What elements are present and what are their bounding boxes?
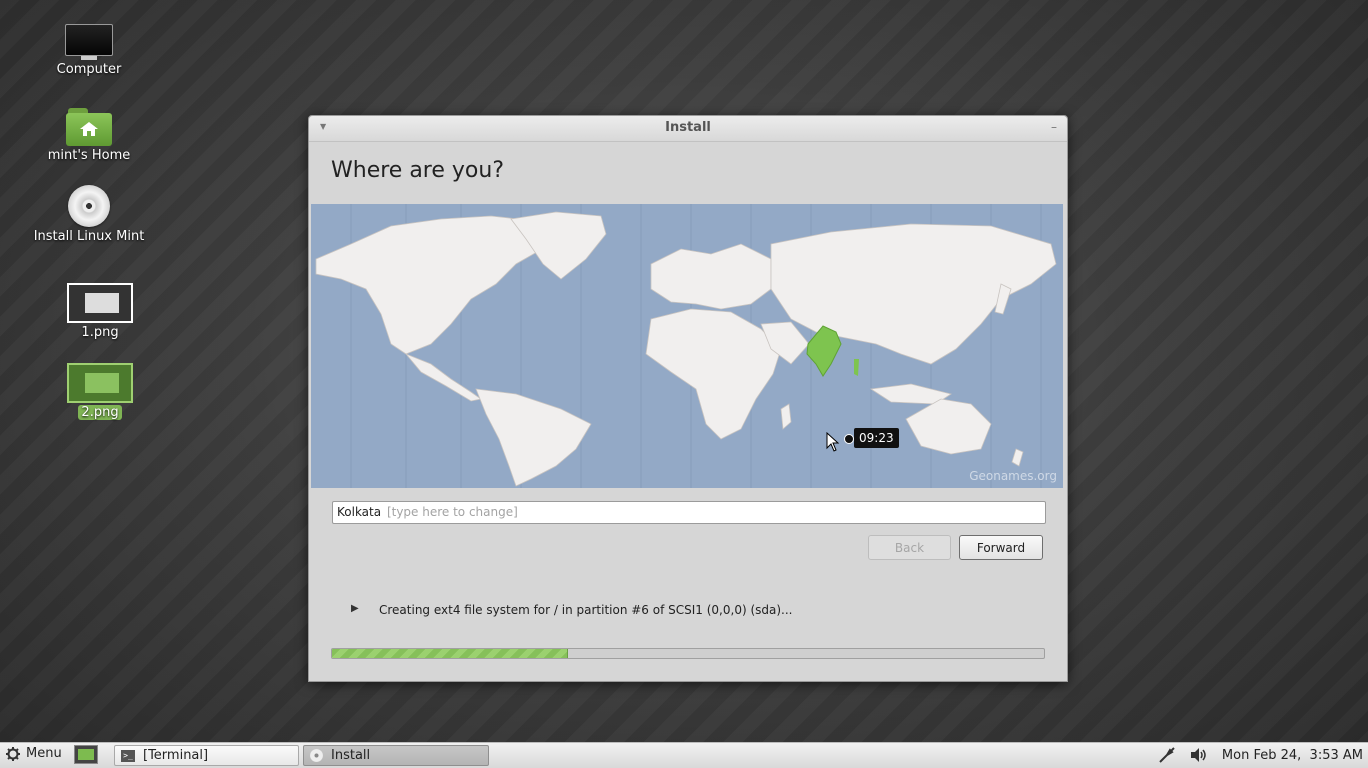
page-title: Where are you? bbox=[331, 158, 504, 183]
taskbar: Menu >_ [Terminal] Install Mon Feb 24, 3… bbox=[0, 742, 1368, 768]
desktop-icon-home[interactable]: mint's Home bbox=[19, 108, 159, 163]
mouse-cursor-icon bbox=[826, 432, 840, 452]
system-tray: Mon Feb 24, 3:53 AM bbox=[1158, 746, 1363, 764]
home-folder-icon bbox=[66, 108, 112, 146]
desktop-icon-label: 1.png bbox=[81, 325, 119, 340]
taskbar-window-install[interactable]: Install bbox=[303, 745, 489, 766]
taskbar-window-label: [Terminal] bbox=[143, 748, 209, 763]
install-status-text: Creating ext4 file system for / in parti… bbox=[379, 603, 793, 617]
desktop-icon-label: mint's Home bbox=[47, 148, 131, 163]
forward-button[interactable]: Forward bbox=[959, 535, 1043, 560]
expander-arrow-icon[interactable]: ▶ bbox=[351, 603, 359, 614]
window-title: Install bbox=[665, 120, 711, 135]
timezone-map[interactable]: Geonames.org 09:23 bbox=[311, 204, 1063, 488]
clock[interactable]: Mon Feb 24, 3:53 AM bbox=[1222, 748, 1363, 763]
desktop-icon-install[interactable]: Install Linux Mint bbox=[19, 185, 159, 244]
menu-label: Menu bbox=[26, 746, 62, 761]
desktop-icon-label: Install Linux Mint bbox=[33, 229, 145, 244]
network-icon[interactable] bbox=[1158, 746, 1176, 764]
back-button[interactable]: Back bbox=[868, 535, 951, 560]
map-credit: Geonames.org bbox=[969, 469, 1057, 483]
desktop-icon-2png[interactable]: 2.png bbox=[30, 363, 170, 420]
cd-icon bbox=[310, 749, 323, 762]
city-input-placeholder: [type here to change] bbox=[386, 505, 518, 519]
taskbar-window-label: Install bbox=[331, 748, 371, 763]
install-window: ▼ Install – Where are you? Geonames.org … bbox=[308, 115, 1068, 682]
volume-icon[interactable] bbox=[1190, 747, 1208, 763]
city-input[interactable]: Kolkata [type here to change] bbox=[332, 501, 1046, 524]
image-thumbnail-icon bbox=[67, 283, 133, 323]
window-titlebar[interactable]: ▼ Install – bbox=[309, 116, 1067, 142]
progress-fill bbox=[332, 649, 568, 658]
image-thumbnail-icon bbox=[67, 363, 133, 403]
gear-icon bbox=[6, 746, 20, 761]
city-input-value: Kolkata bbox=[337, 505, 382, 519]
world-map bbox=[315, 204, 1057, 488]
desktop-icon-label: 2.png bbox=[78, 405, 122, 420]
minimize-icon[interactable]: – bbox=[1051, 120, 1057, 134]
taskbar-window-terminal[interactable]: >_ [Terminal] bbox=[114, 745, 299, 766]
desktop-icon-computer[interactable]: Computer bbox=[19, 24, 159, 77]
timezone-time-tooltip: 09:23 bbox=[854, 428, 899, 448]
show-desktop-button[interactable] bbox=[74, 745, 98, 764]
install-progress-bar bbox=[331, 648, 1045, 659]
desktop-icon-1png[interactable]: 1.png bbox=[30, 283, 170, 340]
desktop-icon-label: Computer bbox=[56, 62, 122, 77]
computer-icon bbox=[65, 24, 113, 60]
city-marker bbox=[844, 434, 854, 444]
cd-icon bbox=[68, 185, 110, 227]
menu-button[interactable]: Menu bbox=[6, 746, 62, 761]
terminal-icon: >_ bbox=[121, 749, 135, 762]
